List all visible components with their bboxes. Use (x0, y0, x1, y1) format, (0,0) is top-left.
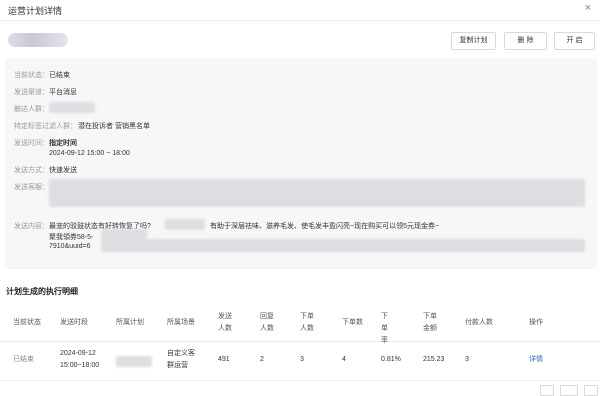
delete-button[interactable]: 删 除 (504, 32, 547, 50)
status-label: 当前状态： (14, 72, 49, 79)
row-period-time: 15:00~18:00 (60, 362, 100, 369)
col-orders: 下单数 (342, 319, 363, 326)
col-action: 操作 (529, 319, 543, 326)
row-orders: 4 (342, 356, 346, 363)
col-buyers: 下单人数 (300, 313, 314, 332)
content-redacted-c (101, 239, 585, 252)
pagination-page[interactable] (560, 385, 578, 396)
modal-title: 运营计划详情 (8, 6, 63, 16)
account-redacted (49, 179, 585, 207)
content-redacted-a (165, 219, 205, 230)
content-line2: 聚我領券58-5- (49, 234, 94, 241)
time-label: 发送时间： (14, 140, 49, 147)
audience-redacted (49, 102, 95, 113)
method-value: 快速发送 (49, 167, 77, 174)
row-payers: 3 (465, 356, 469, 363)
col-senders: 发送人数 (218, 313, 232, 332)
row-buyers: 3 (300, 356, 304, 363)
enable-button[interactable]: 开 启 (554, 32, 595, 50)
plan-info-panel: 当前状态： 已结束 发送渠道： 平台消息 触达人群： 特定标签过滤人群： 潜在投… (5, 58, 597, 269)
col-plan: 所属计划 (116, 319, 144, 326)
plan-name-redacted (8, 33, 68, 47)
time-mode-value: 指定时间 (49, 140, 77, 147)
method-label: 发送方式： (14, 167, 49, 174)
row-amount: 215.23 (423, 356, 445, 363)
col-amount: 下单金额 (423, 313, 437, 332)
row-scene-line1: 自定义客 (167, 350, 195, 357)
channel-value: 平台消息 (49, 89, 77, 96)
pagination-prev[interactable] (540, 385, 554, 396)
content-line3: 7910&uuid=6 (49, 243, 91, 250)
row-rate: 0.81% (381, 356, 401, 363)
account-label: 发送客服： (14, 184, 49, 191)
row-plan-redacted (116, 356, 152, 367)
audience-label: 触达人群： (14, 106, 49, 113)
row-period-date: 2024-09-12 (60, 350, 96, 357)
col-scene: 所属场景 (167, 319, 195, 326)
table-row: 已结束 2024-09-12 15:00~18:00 自定义客 群运营 491 … (0, 342, 600, 381)
channel-label: 发送渠道： (14, 89, 49, 96)
close-icon[interactable]: × (585, 2, 591, 14)
execution-details-title: 计划生成的执行明细 (6, 287, 78, 296)
col-payers: 付款人数 (465, 319, 493, 326)
row-status: 已结束 (13, 356, 34, 363)
row-scene-line2: 群运营 (167, 362, 188, 369)
col-period: 发送时段 (60, 319, 88, 326)
details-link[interactable]: 详情 (529, 354, 543, 366)
row-senders: 491 (218, 356, 230, 363)
content-line1-end: 有助于深层祛味、滋养毛发、使毛发丰盈闪亮~现在购买可以领5元现金券~ (210, 223, 440, 230)
filter-label: 特定标签过滤人群： (14, 123, 77, 130)
time-range-value: 2024-09-12 15:00 ~ 18:00 (49, 150, 130, 157)
filter-value: 潜在投诉者 营销黑名单 (78, 123, 150, 130)
table-header: 当前状态 发送时段 所属计划 所属场景 发送人数 回复人数 下单人数 下单数 下… (0, 305, 600, 344)
pagination-next[interactable] (584, 385, 598, 396)
status-value: 已结束 (49, 72, 70, 79)
modal-header: 运营计划详情 × (0, 0, 600, 21)
row-replies: 2 (260, 356, 264, 363)
col-replies: 回复人数 (260, 313, 274, 332)
col-status: 当前状态 (13, 319, 41, 326)
copy-plan-button[interactable]: 复制计划 (451, 32, 496, 50)
content-label: 发送内容： (14, 223, 49, 230)
